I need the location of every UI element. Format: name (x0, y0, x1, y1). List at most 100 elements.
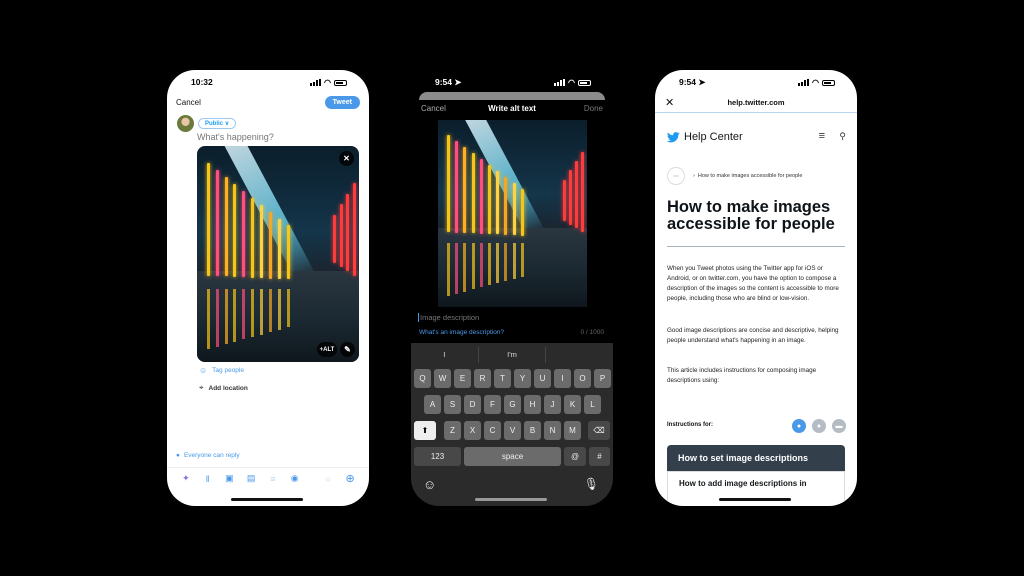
key-s[interactable]: S (444, 395, 461, 414)
key-l[interactable]: L (584, 395, 601, 414)
signal-icon (554, 79, 566, 86)
key-n[interactable]: N (544, 421, 561, 440)
url-bar[interactable]: help.twitter.com (655, 98, 857, 107)
key-f[interactable]: F (484, 395, 501, 414)
home-indicator (231, 498, 303, 501)
alt-button[interactable]: +ALT (317, 342, 337, 357)
status-bar: 9:54 ➤ ◠ (655, 76, 857, 90)
char-progress-icon: ○ (325, 473, 332, 484)
key-v[interactable]: V (504, 421, 521, 440)
wifi-icon: ◠ (568, 78, 575, 87)
chevron-down-icon: ∨ (224, 121, 230, 127)
battery-icon (822, 79, 835, 86)
backspace-key[interactable]: ⌫ (588, 421, 610, 440)
add-location-button[interactable]: ⌖ Add location (199, 383, 248, 393)
wifi-icon: ◠ (812, 78, 819, 87)
key-r[interactable]: R (474, 369, 491, 388)
audio-icon[interactable]: ‖ (197, 474, 219, 484)
accordion-header[interactable]: How to set image descriptions (667, 445, 845, 471)
search-icon[interactable]: ⚲ (839, 131, 846, 142)
tweet-button[interactable]: Tweet (324, 96, 360, 109)
status-time: 9:54 ➤ (679, 77, 706, 87)
key-p[interactable]: P (594, 369, 611, 388)
preview-image (438, 120, 587, 307)
page-title: Write alt text (488, 104, 536, 113)
hash-key[interactable]: # (589, 447, 610, 466)
key-k[interactable]: K (564, 395, 581, 414)
key-u[interactable]: U (534, 369, 551, 388)
gif-icon[interactable]: ▤ (240, 473, 262, 484)
key-w[interactable]: W (434, 369, 451, 388)
key-q[interactable]: Q (414, 369, 431, 388)
close-icon[interactable]: ✕ (339, 151, 354, 166)
battery-icon (578, 79, 591, 86)
add-thread-icon[interactable]: ⊕ (339, 472, 361, 485)
key-i[interactable]: I (554, 369, 571, 388)
cancel-button[interactable]: Cancel (176, 98, 201, 107)
suggestion[interactable] (546, 347, 613, 363)
audience-dropdown[interactable]: Public ∨ (198, 118, 237, 129)
status-time: 9:54 ➤ (435, 77, 462, 87)
brand-label: Help Center (684, 131, 743, 143)
apple-icon[interactable]: ● (792, 419, 806, 433)
spaces-icon[interactable]: ✦ (175, 473, 197, 484)
wifi-icon: ◠ (324, 78, 331, 87)
help-center-phone: 9:54 ➤ ◠ ✕ help.twitter.com Help Center … (655, 70, 857, 506)
android-icon[interactable]: ● (812, 419, 826, 433)
battery-icon (334, 79, 347, 86)
poll-icon[interactable]: ≡ (262, 474, 284, 484)
space-key[interactable]: space (464, 447, 561, 466)
tag-people-label: Tag people (212, 367, 244, 374)
suggestion[interactable]: I'm (479, 347, 547, 363)
avatar[interactable] (177, 115, 194, 132)
emoji-icon[interactable]: ☺ (423, 477, 436, 492)
key-o[interactable]: O (574, 369, 591, 388)
compose-toolbar: ✦ ‖ ▣ ▤ ≡ ◉ ○ ⊕ (167, 467, 369, 489)
help-center-logo[interactable]: Help Center (667, 131, 743, 143)
neon-corridor-photo (197, 146, 359, 362)
key-b[interactable]: B (524, 421, 541, 440)
status-bar: 10:32 ◠ (167, 76, 369, 90)
key-g[interactable]: G (504, 395, 521, 414)
key-y[interactable]: Y (514, 369, 531, 388)
globe-icon: ● (176, 452, 180, 459)
image-icon[interactable]: ▣ (219, 473, 241, 484)
key-e[interactable]: E (454, 369, 471, 388)
suggestion[interactable]: I (411, 347, 479, 363)
suggestion-bar: I I'm (411, 347, 613, 363)
tweet-input[interactable]: What's happening? (197, 132, 274, 142)
web-icon[interactable]: ▬ (832, 419, 846, 433)
key-a[interactable]: A (424, 395, 441, 414)
key-x[interactable]: X (464, 421, 481, 440)
key-d[interactable]: D (464, 395, 481, 414)
key-j[interactable]: J (544, 395, 561, 414)
breadcrumb[interactable]: › How to make images accessible for peop… (693, 173, 802, 179)
attached-image[interactable]: ✕ +ALT ✎ (197, 146, 359, 362)
location-pin-icon: ⌖ (199, 383, 204, 392)
key-t[interactable]: T (494, 369, 511, 388)
tag-people-button[interactable]: ☺ Tag people (199, 366, 244, 375)
reply-setting-button[interactable]: ● Everyone can reply (176, 452, 240, 459)
image-description-input[interactable]: Image description (418, 313, 479, 322)
at-key[interactable]: @ (564, 447, 586, 466)
add-location-label: Add location (208, 384, 248, 392)
numbers-key[interactable]: 123 (414, 447, 461, 466)
more-icon[interactable]: ⋯ (667, 167, 685, 185)
article-paragraph: This article includes instructions for c… (667, 367, 817, 384)
pencil-icon[interactable]: ✎ (340, 342, 355, 357)
key-z[interactable]: Z (444, 421, 461, 440)
hamburger-menu-icon[interactable]: ≡ (819, 130, 825, 142)
done-button[interactable]: Done (584, 104, 603, 113)
microphone-icon[interactable]: 🎙 (584, 477, 599, 491)
divider (655, 112, 857, 113)
key-h[interactable]: H (524, 395, 541, 414)
location-icon[interactable]: ◉ (284, 473, 306, 484)
key-c[interactable]: C (484, 421, 501, 440)
home-indicator (719, 498, 791, 501)
status-bar: 9:54 ➤ ◠ (411, 76, 613, 90)
reply-setting-label: Everyone can reply (183, 452, 240, 459)
person-icon: ☺ (199, 366, 208, 375)
shift-key[interactable]: ⬆ (414, 421, 436, 440)
help-link[interactable]: What's an image description? (419, 329, 504, 336)
key-m[interactable]: M (564, 421, 581, 440)
